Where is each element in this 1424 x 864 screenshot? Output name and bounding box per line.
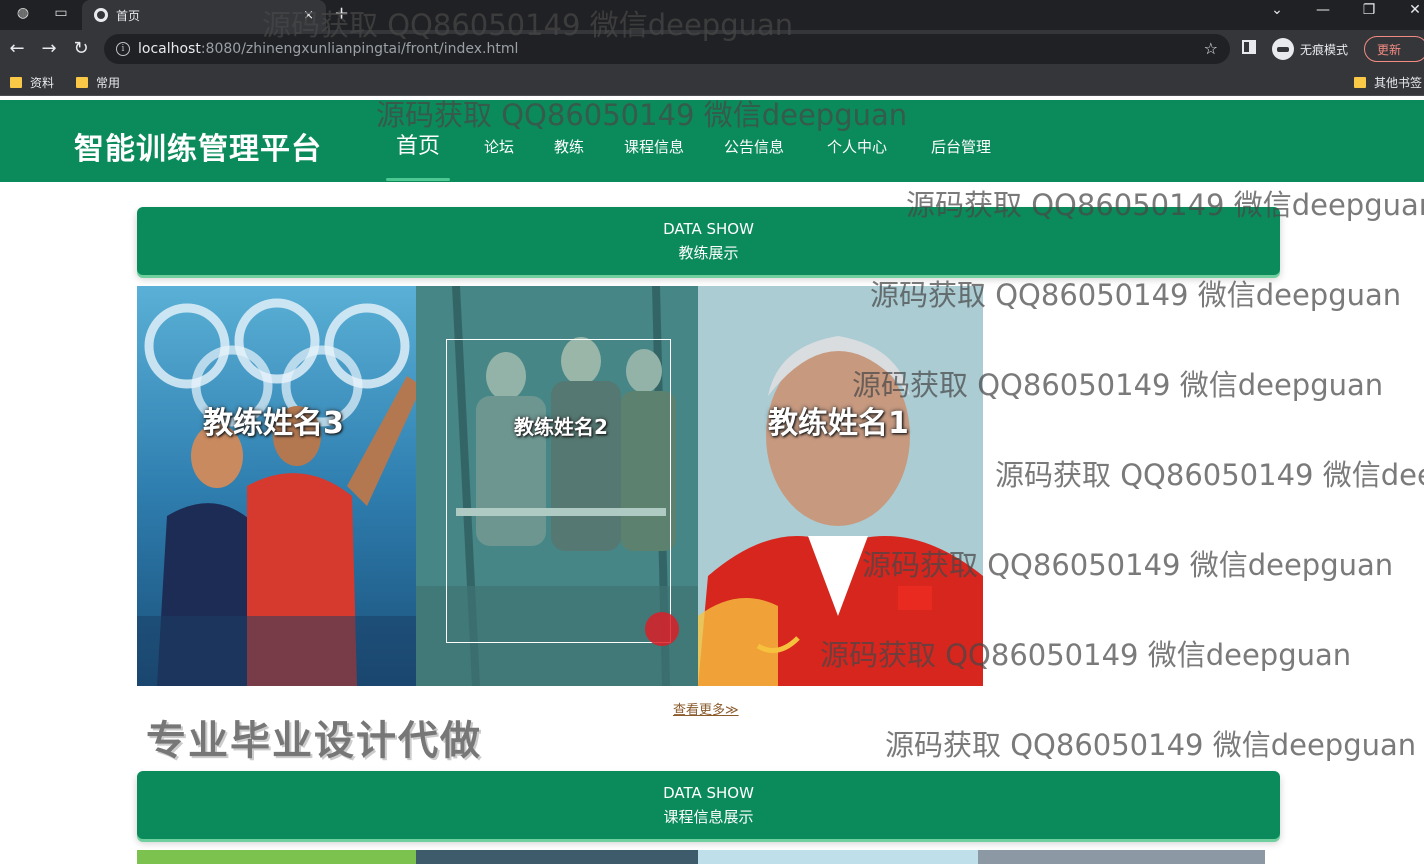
section-en-label: DATA SHOW (663, 220, 754, 238)
folder-icon (1354, 77, 1366, 88)
minimize-icon[interactable]: — (1308, 2, 1338, 18)
info-icon[interactable]: i (116, 42, 130, 56)
course-section-header: DATA SHOW 课程信息展示 (137, 771, 1280, 839)
nav-active-indicator (386, 178, 450, 181)
url-path: :8080/zhinengxunlianpingtai/front/index.… (200, 41, 519, 57)
course-card-4[interactable] (978, 850, 1265, 864)
nav-home[interactable]: 首页 (396, 128, 440, 160)
close-tab-icon[interactable]: × (303, 8, 314, 23)
nav-notice[interactable]: 公告信息 (724, 136, 784, 157)
address-bar[interactable]: i localhost :8080/zhinengxunlianpingtai/… (104, 34, 1230, 64)
folder-icon (76, 77, 88, 88)
coach-photo-3 (137, 286, 416, 686)
forward-icon[interactable]: → (38, 38, 60, 60)
restore-icon[interactable]: ❐ (1354, 2, 1384, 18)
incognito-profile[interactable]: 无痕模式 (1272, 38, 1348, 60)
nav-coach[interactable]: 教练 (554, 136, 584, 157)
update-button[interactable]: 更新 (1364, 36, 1424, 62)
reload-icon[interactable]: ↻ (70, 38, 92, 60)
bookmark-folder-other[interactable]: 其他书签 (1354, 74, 1422, 91)
section-cn-label: 教练展示 (678, 244, 739, 262)
bookmark-label: 常用 (96, 76, 121, 90)
browser-toolbar: ← → ↻ i localhost :8080/zhinengxunlianpi… (0, 30, 1424, 68)
bookmark-label: 其他书签 (1374, 76, 1423, 90)
nav-forum[interactable]: 论坛 (484, 136, 514, 157)
view-more-link[interactable]: 查看更多≫ (673, 699, 739, 718)
folder-icon (10, 77, 22, 88)
hover-frame (446, 339, 671, 643)
incognito-icon (1272, 38, 1294, 60)
coach-section-header: DATA SHOW 教练展示 (137, 207, 1280, 275)
tab-search-icon[interactable]: ⌄ (1262, 2, 1292, 18)
site-title[interactable]: 智能训练管理平台 (74, 124, 322, 168)
coach-card-1[interactable]: 教练姓名1 (698, 286, 983, 686)
window-close-icon[interactable]: ✕ (1400, 2, 1424, 18)
back-icon[interactable]: ← (6, 38, 28, 60)
bookmark-folder-ziliao[interactable]: 资料 (10, 74, 54, 91)
nav-admin[interactable]: 后台管理 (931, 136, 991, 157)
tab-overview-icon[interactable]: ▭ (46, 0, 76, 26)
coach-name-1: 教练姓名1 (768, 406, 909, 441)
tab-home[interactable]: 首页 × (82, 0, 326, 30)
course-card-2[interactable] (416, 850, 698, 864)
favicon-icon (94, 8, 108, 22)
nav-course[interactable]: 课程信息 (624, 136, 684, 157)
site-header: 智能训练管理平台 首页 论坛 教练 课程信息 公告信息 个人中心 后台管理 (0, 100, 1424, 182)
coach-photo-1 (698, 286, 983, 686)
side-panel-icon[interactable] (1242, 40, 1256, 54)
bookmark-star-icon[interactable]: ☆ (1204, 39, 1218, 58)
bookmark-label: 资料 (30, 76, 55, 90)
new-tab-button[interactable]: + (334, 3, 349, 24)
section-cn-label: 课程信息展示 (663, 808, 754, 826)
pointer-cursor-icon (645, 612, 679, 646)
globe-icon[interactable]: ◍ (8, 0, 38, 26)
course-card-3[interactable] (698, 850, 978, 864)
coach-name-2: 教练姓名2 (514, 415, 608, 439)
coach-card-3[interactable]: 教练姓名3 (137, 286, 416, 686)
nav-profile[interactable]: 个人中心 (827, 136, 887, 157)
url-host: localhost (138, 41, 201, 57)
browser-tabstrip: ◍ ▭ 首页 × + ⌄ — ❐ ✕ (0, 0, 1424, 30)
coach-name-3: 教练姓名3 (203, 406, 344, 441)
incognito-label: 无痕模式 (1300, 42, 1349, 57)
page-content: 智能训练管理平台 首页 论坛 教练 课程信息 公告信息 个人中心 后台管理 DA… (0, 96, 1424, 864)
promo-text: 专业毕业设计代做 (146, 718, 482, 764)
course-card-1[interactable] (137, 850, 416, 864)
tab-title: 首页 (116, 8, 141, 23)
section-en-label: DATA SHOW (663, 784, 754, 802)
bookmark-folder-changyong[interactable]: 常用 (76, 74, 120, 91)
bookmarks-bar: 资料 常用 其他书签 (0, 68, 1424, 96)
